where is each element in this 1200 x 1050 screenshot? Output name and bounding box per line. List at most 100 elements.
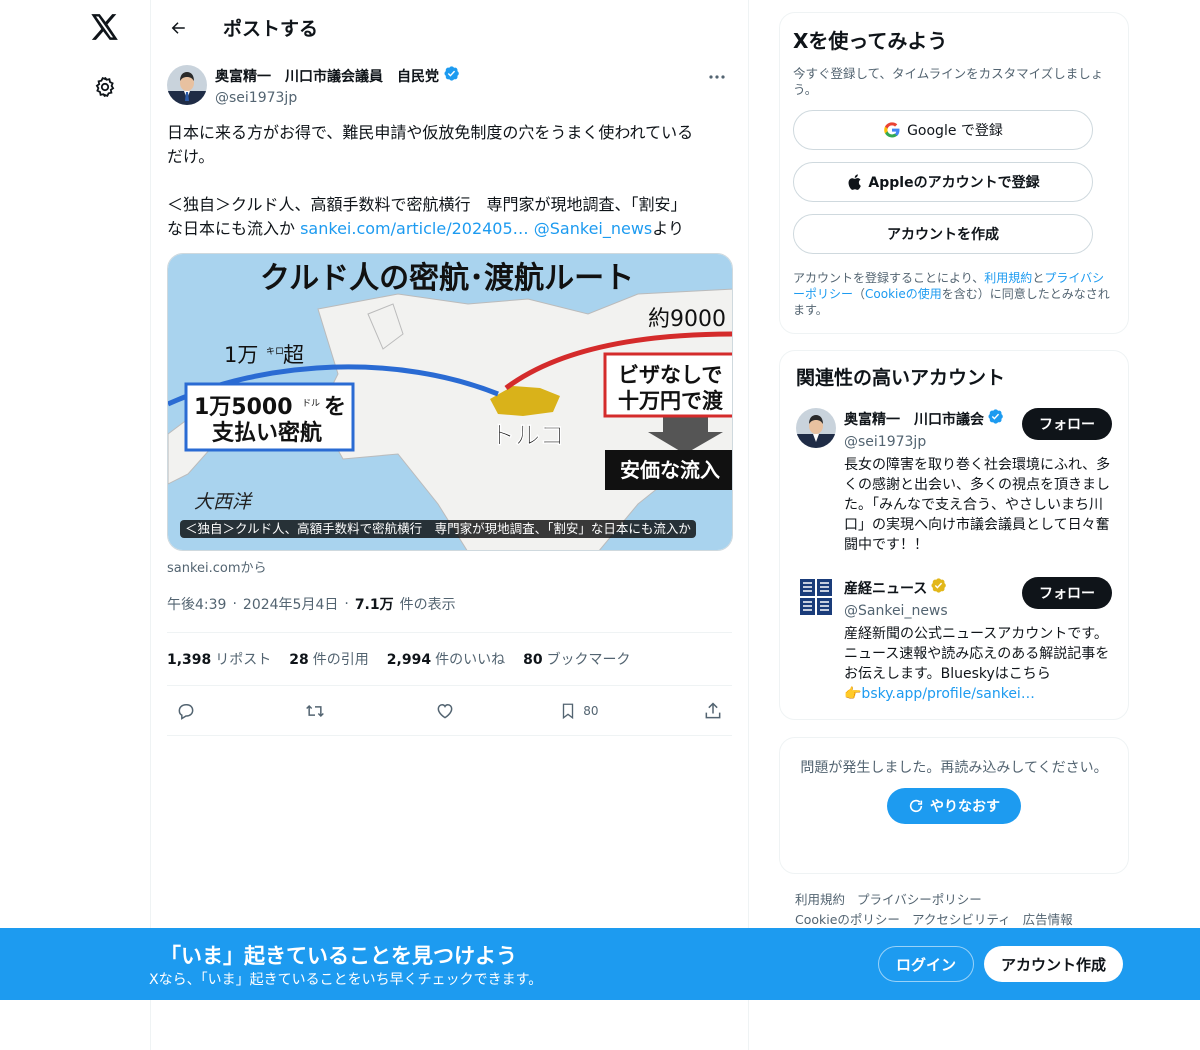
related-account[interactable]: 奥富精一 川口市議会 @sei1973jp 長女の障害を取り巻く社会環境にふれ、… <box>796 408 1112 555</box>
tweet-meta: 午後4:39 · 2024年5月4日 · 7.1万 件の表示 <box>167 594 732 614</box>
tweet-text-line: な日本にも流入か <box>167 219 301 238</box>
avatar[interactable] <box>796 577 836 617</box>
retry-label: やりなおす <box>930 799 1000 815</box>
follow-button[interactable]: フォロー <box>1022 577 1112 609</box>
related-title: 関連性の高いアカウント <box>796 367 1006 389</box>
share-icon <box>705 701 721 718</box>
legal-open: （ <box>853 287 866 301</box>
tweet-text-line: 日本に来る方がお得で、難民申請や仮放免制度の穴をうまく使われている <box>167 123 694 142</box>
signup-title: Xを使ってみよう <box>793 29 948 53</box>
main-column: ポストする 奥富精一 川口市議会議員 自民党 @sei1973jp 日本に来る方… <box>150 0 749 1050</box>
views-count: 7.1万 <box>354 597 394 613</box>
google-signup-label: Google で登録 <box>907 123 1003 139</box>
error-message: 問題が発生しました。再読み込みしてください。 <box>800 760 1108 776</box>
separator-dot: · <box>232 596 237 612</box>
create-account-banner-button[interactable]: アカウント作成 <box>984 946 1123 982</box>
avatar[interactable] <box>796 408 836 448</box>
mention-link[interactable]: @Sankei_news <box>534 219 653 238</box>
apple-signup-button[interactable]: Appleのアカウントで登録 <box>793 162 1093 202</box>
x-logo-icon[interactable] <box>88 10 122 44</box>
quotes-count: 28 <box>289 652 309 668</box>
bookmark-button[interactable]: 80 <box>559 701 599 721</box>
related-account-name[interactable]: 奥富精一 川口市議会 <box>844 410 984 430</box>
tweet-stats: 1,398 リポスト 28 件の引用 2,994 件のいいね 80 ブックマーク <box>167 632 732 686</box>
repost-button[interactable] <box>300 701 330 721</box>
signup-subtitle: 今すぐ登録して、タイムラインをカスタマイズしましょう。 <box>793 66 1104 97</box>
reply-button[interactable] <box>171 701 201 721</box>
signup-banner: 「いま」起きていることを見つけよう Xなら、「いま」起きていることをいち早くチェ… <box>0 928 1200 1000</box>
card-title: クルド人の密航･渡航ルート <box>260 261 634 296</box>
box-cheap-label: 安価な流入 <box>620 458 720 482</box>
create-account-button[interactable]: アカウントを作成 <box>793 214 1093 254</box>
verified-badge-icon <box>987 408 1004 431</box>
reposts-label: リポスト <box>215 652 272 668</box>
signup-legal: アカウントを登録することにより、利用規約とプライバシーポリシー（Cookieの使… <box>793 270 1115 318</box>
related-account-name[interactable]: 産経ニュース <box>844 579 927 599</box>
refresh-icon <box>909 799 923 813</box>
distance-left-suffix: 超 <box>283 343 304 367</box>
likes-count: 2,994 <box>386 652 432 668</box>
bookmarks-stat[interactable]: 80 ブックマーク <box>523 649 630 669</box>
retry-button[interactable]: やりなおす <box>887 788 1021 824</box>
error-panel: 問題が発生しました。再読み込みしてください。 やりなおす <box>779 737 1129 874</box>
legal-prefix: アカウントを登録することにより、 <box>793 271 985 285</box>
footer-terms-link[interactable]: 利用規約 <box>795 892 845 907</box>
banner-subtitle: Xなら、「いま」起きていることをいち早くチェックできます。 <box>149 972 543 988</box>
card-caption: ＜独自＞クルド人、高額手数料で密航横行 専門家が現地調査、「割安」な日本にも流入… <box>180 520 696 538</box>
signup-panel: Xを使ってみよう 今すぐ登録して、タイムラインをカスタマイズしましょう。 Goo… <box>779 12 1129 334</box>
gear-icon[interactable] <box>90 72 120 102</box>
banner-title: 「いま」起きていることを見つけよう <box>160 944 517 968</box>
distance-right-label: 約9000 <box>648 307 726 332</box>
related-account[interactable]: 産経ニュース @Sankei_news 産経新聞の公式ニュースアカウントです。ニ… <box>796 577 1112 704</box>
bookmark-count: 80 <box>583 703 599 718</box>
box-right-line1: ビザなしで <box>618 363 722 387</box>
card-map-image: クルド人の密航･渡航ルート 1万 キロ 超 約9000 1万5000 ドル を … <box>168 254 732 550</box>
login-button[interactable]: ログイン <box>878 946 974 982</box>
verified-gold-badge-icon <box>930 577 947 600</box>
box-left-suffix: を <box>324 395 346 420</box>
reposts-count: 1,398 <box>167 652 212 668</box>
heart-icon <box>437 703 453 719</box>
footer-privacy-link[interactable]: プライバシーポリシー <box>857 892 982 907</box>
create-account-label: アカウントを作成 <box>887 227 999 243</box>
tweet-date[interactable]: 2024年5月4日 <box>243 594 338 614</box>
footer-cookie-link[interactable]: Cookieのポリシー <box>795 912 900 927</box>
quotes-stat[interactable]: 28 件の引用 <box>289 649 368 669</box>
cookie-link[interactable]: Cookieの使用 <box>865 287 942 301</box>
footer-accessibility-link[interactable]: アクセシビリティ <box>912 912 1011 927</box>
author-name[interactable]: 奥富精一 川口市議会議員 自民党 <box>215 67 439 87</box>
tweet-time[interactable]: 午後4:39 <box>167 594 226 614</box>
likes-stat[interactable]: 2,994 件のいいね <box>387 649 505 669</box>
tweet: 奥富精一 川口市議会議員 自民党 @sei1973jp 日本に来る方がお得で、難… <box>151 65 748 736</box>
views-label: 件の表示 <box>399 597 456 613</box>
related-account-bio-link[interactable]: 👉bsky.app/profile/sankei… <box>844 686 1035 702</box>
google-signup-button[interactable]: Google で登録 <box>793 110 1093 150</box>
like-button[interactable] <box>430 701 460 721</box>
article-link[interactable]: sankei.com/article/202405… <box>300 219 529 238</box>
back-arrow-icon[interactable] <box>167 17 189 39</box>
card-source[interactable]: sankei.comから <box>167 557 732 576</box>
more-options-icon[interactable] <box>704 67 730 87</box>
top-bar: ポストする <box>151 0 748 55</box>
share-button[interactable] <box>698 701 728 721</box>
avatar[interactable] <box>167 65 207 105</box>
follow-button[interactable]: フォロー <box>1022 408 1112 440</box>
terms-link[interactable]: 利用規約 <box>984 271 1032 285</box>
tweet-text-line: より <box>652 219 684 238</box>
sidebar-footer: 利用規約 プライバシーポリシー Cookieのポリシー アクセシビリティ 広告情報 <box>795 890 1073 930</box>
legal-and: と <box>1032 271 1045 285</box>
footer-ads-link[interactable]: 広告情報 <box>1023 912 1073 927</box>
bookmarks-label: ブックマーク <box>546 652 631 668</box>
distance-left-label: 1万 <box>224 343 258 367</box>
distance-left-unit: キロ <box>266 347 284 357</box>
author-handle[interactable]: @sei1973jp <box>215 88 460 108</box>
repost-icon <box>306 704 325 717</box>
tweet-actions: 80 <box>167 686 732 736</box>
atlantic-label: 大西洋 <box>194 491 253 513</box>
bookmark-icon <box>563 703 574 719</box>
box-left-line1: 1万5000 <box>194 395 293 420</box>
box-right-line2: 十万円で渡 <box>618 389 724 413</box>
link-card[interactable]: クルド人の密航･渡航ルート 1万 キロ 超 約9000 1万5000 ドル を … <box>167 253 733 551</box>
reposts-stat[interactable]: 1,398 リポスト <box>167 649 271 669</box>
related-accounts-panel: 関連性の高いアカウント 奥富精一 川口市議会 @sei1973jp 長女の障害を… <box>779 350 1129 720</box>
